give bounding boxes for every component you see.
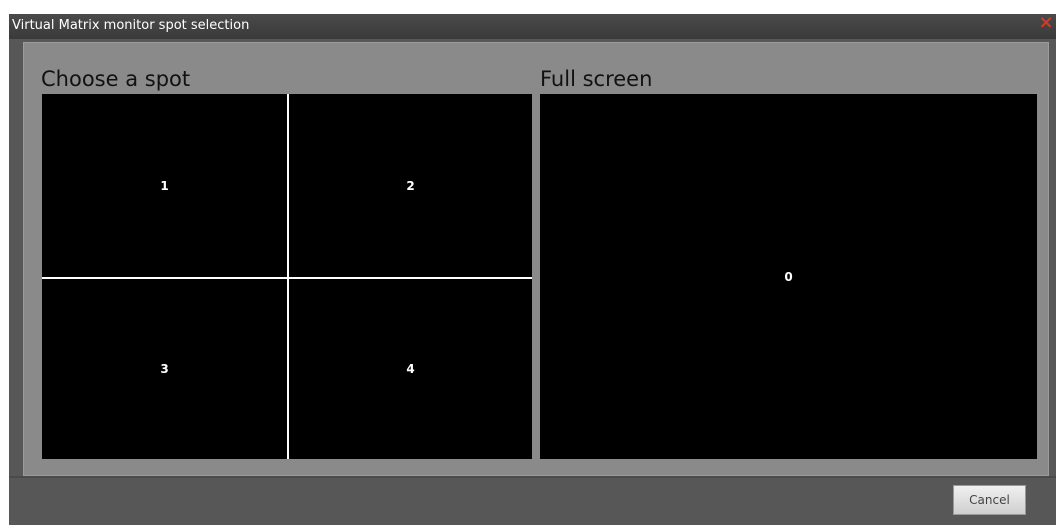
spot-number: 3 [160,362,169,376]
spot-1[interactable]: 1 [42,94,287,277]
spot-3[interactable]: 3 [42,279,287,459]
choose-spot-label: Choose a spot [41,67,191,91]
window-title: Virtual Matrix monitor spot selection [12,18,250,33]
spot-2[interactable]: 2 [289,94,532,277]
title-bar[interactable]: Virtual Matrix monitor spot selection × [9,14,1056,39]
footer-divider [9,476,1056,478]
spot-number: 4 [406,362,415,376]
close-icon[interactable]: × [1038,14,1054,34]
spot-number: 0 [784,269,793,284]
grid-horizontal-divider [42,277,532,279]
spot-grid: 1 2 3 4 [42,94,532,459]
full-screen-spot[interactable]: 0 [540,94,1037,459]
spot-number: 2 [406,178,415,193]
dialog-window: Virtual Matrix monitor spot selection × … [9,14,1056,525]
spot-number: 1 [160,178,169,193]
content-panel: Choose a spot Full screen 1 2 3 4 0 [23,42,1049,476]
full-screen-label: Full screen [540,67,653,91]
spot-4[interactable]: 4 [289,279,532,459]
cancel-button[interactable]: Cancel [953,485,1026,515]
